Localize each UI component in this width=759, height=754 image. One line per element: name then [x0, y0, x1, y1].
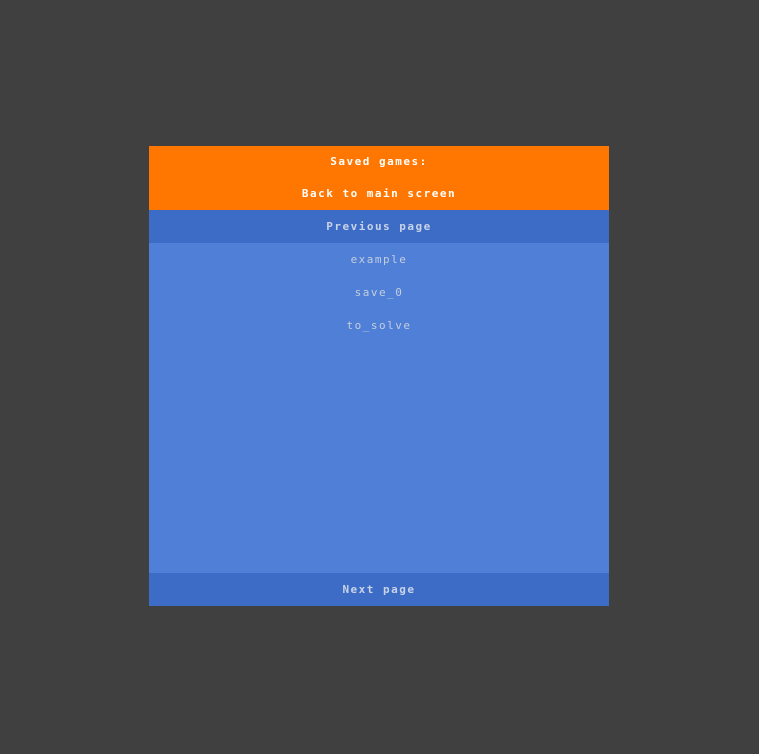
previous-page-button[interactable]: Previous page	[149, 210, 609, 243]
next-page-button[interactable]: Next page	[149, 573, 609, 606]
saved-games-panel: Saved games: Back to main screen Previou…	[149, 146, 609, 606]
back-to-main-button[interactable]: Back to main screen	[149, 178, 609, 210]
list-item-save-0[interactable]: save_0	[149, 276, 609, 309]
page-title: Saved games:	[330, 155, 428, 168]
list-item-example[interactable]: example	[149, 243, 609, 276]
list-item-to-solve[interactable]: to_solve	[149, 309, 609, 342]
header-bar: Saved games: Back to main screen	[149, 146, 609, 210]
